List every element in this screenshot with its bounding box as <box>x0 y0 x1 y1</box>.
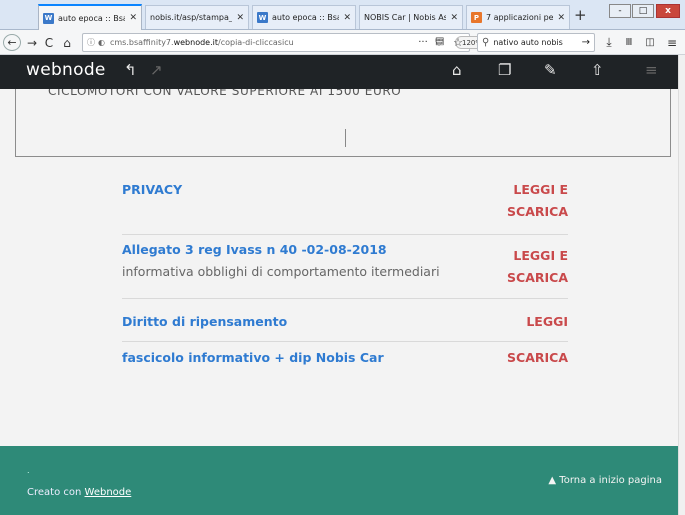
downloads-button[interactable]: ⤓ <box>602 34 616 51</box>
tab-title: auto epoca :: Bsaffi <box>58 13 125 23</box>
pages-icon[interactable]: ❐ <box>498 61 511 79</box>
shop-bag-icon[interactable]: ⌂ <box>452 61 462 79</box>
document-link-ripensamento[interactable]: Diritto di ripensamento <box>122 314 287 329</box>
sidebar-icon: ◫ <box>645 37 655 48</box>
bookmark-button[interactable]: ☆ <box>451 34 465 51</box>
pocket-button[interactable]: ♡ <box>432 34 446 51</box>
menu-button[interactable]: ≡ <box>665 34 679 51</box>
reload-button[interactable]: C <box>42 34 56 51</box>
webnode-favicon-icon: W <box>257 12 268 23</box>
search-bar[interactable]: ⚲ nativo auto nobis → <box>477 33 595 52</box>
home-icon: ⌂ <box>63 35 71 50</box>
search-value: nativo auto nobis <box>493 38 563 47</box>
url-prefix: cms.bsaffinity7. <box>109 38 174 47</box>
document-description: informativa obblighi di comportamento it… <box>122 264 440 279</box>
tab-auto-epoca[interactable]: W auto epoca :: Bsaffi ✕ <box>38 4 142 30</box>
tab-auto-epoca-2[interactable]: W auto epoca :: Bsaff ✕ <box>252 5 356 29</box>
close-tab-icon[interactable]: ✕ <box>450 13 458 23</box>
cut-off-heading: CICLOMOTORI CON VALORE SUPERIORE AI 1500… <box>48 89 402 98</box>
reload-icon: C <box>44 35 54 50</box>
webnode-editor-bar: webnode ↰ ↗ ⌂ ❐ ✎ ⇧ ≡ <box>0 55 678 89</box>
webnode-link[interactable]: Webnode <box>85 487 132 498</box>
publish-icon[interactable]: ⇧ <box>591 61 604 79</box>
webnode-favicon-icon: W <box>43 12 54 24</box>
text-block[interactable]: CICLOMOTORI CON VALORE SUPERIORE AI 1500… <box>15 89 671 157</box>
created-with-text: Creato con Webnode <box>27 487 131 498</box>
document-link-fascicolo[interactable]: fascicolo informativo + dip Nobis Car <box>122 350 384 365</box>
tab-title: 7 applicazioni per <box>486 13 554 22</box>
close-window-button[interactable]: x <box>656 4 680 18</box>
url-path: /copia-di-cliccasicu <box>218 38 294 47</box>
list-item: Allegato 3 reg Ivass n 40 -02-08-2018 in… <box>122 239 568 287</box>
footer-dot: . <box>27 466 30 475</box>
download-icon: ⤓ <box>606 35 612 49</box>
info-icon[interactable]: ⓘ <box>87 37 95 48</box>
text-cursor <box>345 129 346 147</box>
divider <box>122 341 568 342</box>
browser-tab-strip: W auto epoca :: Bsaffi ✕ nobis.it/asp/st… <box>0 0 685 30</box>
pcworld-favicon-icon: P <box>471 12 482 23</box>
action-link[interactable]: LEGGI E SCARICA <box>498 179 568 223</box>
back-arrow-icon: ← <box>7 36 17 49</box>
maximize-button[interactable]: □ <box>632 4 654 18</box>
tab-title: NOBIS Car | Nobis Ass <box>364 13 447 22</box>
action-link[interactable]: LEGGI <box>526 311 568 333</box>
pocket-icon: ♡ <box>434 36 444 49</box>
hamburger-icon: ≡ <box>666 35 678 50</box>
close-tab-icon[interactable]: ✕ <box>557 13 565 23</box>
document-link-privacy[interactable]: PRIVACY <box>122 182 182 197</box>
navigation-toolbar: ← → C ⌂ ⓘ ◐ cms.bsaffinity7. webnode.it/c… <box>0 30 685 55</box>
action-link[interactable]: LEGGI E SCARICA <box>498 245 568 289</box>
undo-icon[interactable]: ↰ <box>124 61 137 79</box>
close-tab-icon[interactable]: ✕ <box>129 13 137 23</box>
list-item: Diritto di ripensamento LEGGI <box>122 311 568 335</box>
search-go-icon[interactable]: → <box>582 37 590 48</box>
star-icon: ☆ <box>453 36 463 49</box>
forward-arrow-icon: → <box>26 35 38 50</box>
shield-icon[interactable]: ◐ <box>98 38 105 47</box>
action-link[interactable]: SCARICA <box>507 347 568 369</box>
tab-nobis-stampa[interactable]: nobis.it/asp/stampa_f ✕ <box>145 5 249 29</box>
wrench-icon[interactable]: ✎ <box>544 61 557 79</box>
back-button[interactable]: ← <box>3 34 21 51</box>
tab-nobis-car[interactable]: NOBIS Car | Nobis Ass ✕ <box>359 5 463 29</box>
list-item: PRIVACY LEGGI E SCARICA <box>122 179 568 227</box>
tab-title: nobis.it/asp/stampa_f <box>150 13 233 22</box>
ellipsis-icon: ··· <box>418 37 428 48</box>
url-bar[interactable]: ⓘ ◐ cms.bsaffinity7. webnode.it/copia-di-… <box>82 33 490 52</box>
page-content: CICLOMOTORI CON VALORE SUPERIORE AI 1500… <box>0 89 678 446</box>
minimize-button[interactable]: - <box>609 4 631 18</box>
back-to-top-link[interactable]: ▲ Torna a inizio pagina <box>548 475 662 486</box>
page-actions-button[interactable]: ··· <box>416 34 430 51</box>
close-tab-icon[interactable]: ✕ <box>236 13 244 23</box>
forward-button[interactable]: → <box>25 34 39 51</box>
sidebar-button[interactable]: ◫ <box>643 34 657 51</box>
home-button[interactable]: ⌂ <box>60 34 74 51</box>
url-host: webnode.it <box>173 38 218 47</box>
document-link-allegato[interactable]: Allegato 3 reg Ivass n 40 -02-08-2018 <box>122 242 387 257</box>
redo-icon[interactable]: ↗ <box>150 61 163 79</box>
library-icon: Ⅲ <box>625 37 633 48</box>
site-footer: . Creato con Webnode ▲ Torna a inizio pa… <box>0 446 678 515</box>
search-icon: ⚲ <box>482 37 490 48</box>
library-button[interactable]: Ⅲ <box>622 34 636 51</box>
vertical-scrollbar[interactable] <box>678 55 685 515</box>
divider <box>122 298 568 299</box>
list-item: fascicolo informativo + dip Nobis Car SC… <box>122 347 568 371</box>
created-prefix: Creato con <box>27 487 85 498</box>
divider <box>122 234 568 235</box>
close-tab-icon[interactable]: ✕ <box>343 13 351 23</box>
tab-7-applicazioni[interactable]: P 7 applicazioni per ✕ <box>466 5 570 29</box>
tab-title: auto epoca :: Bsaff <box>272 13 339 22</box>
menu-icon[interactable]: ≡ <box>645 61 658 79</box>
webnode-logo: webnode <box>26 60 106 80</box>
new-tab-button[interactable]: + <box>574 6 587 24</box>
